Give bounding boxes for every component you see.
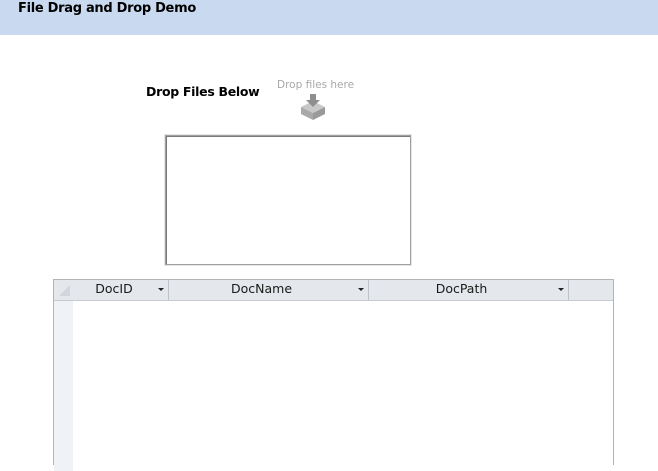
select-all-icon <box>59 285 70 296</box>
column-label: DocID <box>95 281 133 296</box>
sort-filter-dropdown-icon[interactable] <box>558 288 564 291</box>
drop-tray-icon <box>299 94 327 120</box>
sort-filter-dropdown-icon[interactable] <box>358 288 364 291</box>
form-title: File Drag and Drop Demo <box>18 1 196 16</box>
datasheet-header: DocID DocName DocPath <box>54 280 613 301</box>
file-drop-target[interactable] <box>165 135 411 265</box>
column-label: DocPath <box>435 281 488 296</box>
drop-files-label: Drop Files Below <box>146 84 260 99</box>
sort-filter-dropdown-icon[interactable] <box>158 288 164 291</box>
column-label: DocName <box>230 281 293 296</box>
drop-files-hint: Drop files here <box>277 79 355 91</box>
title-bar: File Drag and Drop Demo <box>0 0 658 35</box>
record-selector-column[interactable] <box>54 301 73 471</box>
documents-datasheet[interactable]: DocID DocName DocPath <box>53 279 614 471</box>
column-header-docid[interactable]: DocID <box>74 280 169 300</box>
select-all-button[interactable] <box>54 280 74 300</box>
column-header-docpath[interactable]: DocPath <box>369 280 569 300</box>
column-header-docname[interactable]: DocName <box>169 280 369 300</box>
